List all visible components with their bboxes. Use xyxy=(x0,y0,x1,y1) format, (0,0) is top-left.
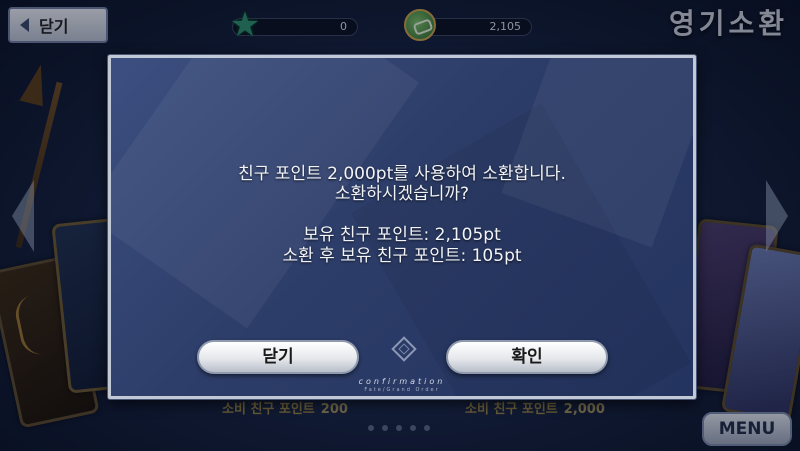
remaining-points-line: 소환 후 보유 친구 포인트: 105pt xyxy=(282,246,522,266)
dialog-footer-word: confirmation xyxy=(358,377,446,386)
diamond-emblem-icon xyxy=(387,336,421,370)
owned-points-line: 보유 친구 포인트: 2,105pt xyxy=(303,225,501,245)
dialog-close-button[interactable]: 닫기 xyxy=(197,340,359,374)
dialog-message-line: 친구 포인트 2,000pt를 사용하여 소환합니다. xyxy=(238,164,566,184)
dialog-message-line: 소환하시겠습니까? xyxy=(334,184,470,204)
confirmation-dialog: 친구 포인트 2,000pt를 사용하여 소환합니다. 소환하시겠습니까? 보유… xyxy=(108,55,696,399)
dialog-footer-brand: Fate/Grand Order xyxy=(364,387,440,393)
dialog-confirm-button[interactable]: 확인 xyxy=(446,340,608,374)
